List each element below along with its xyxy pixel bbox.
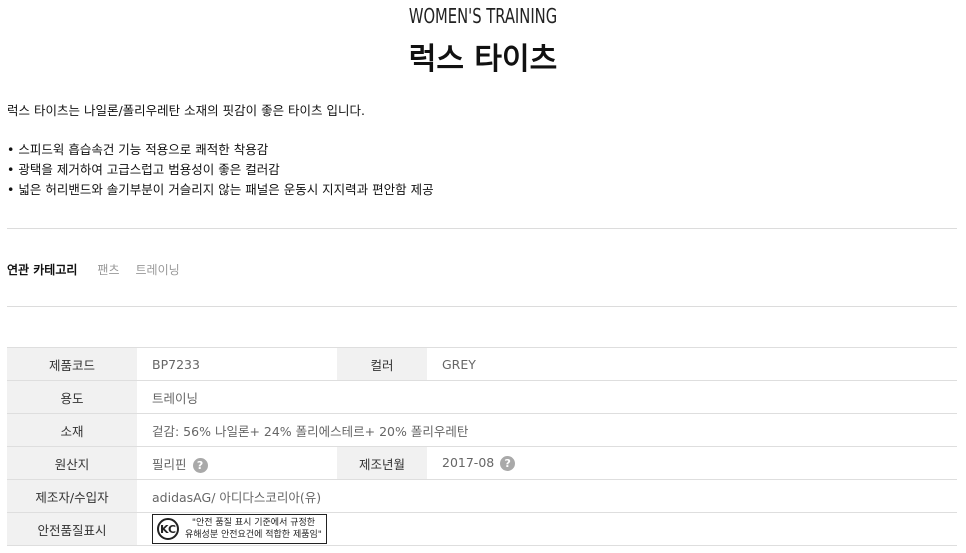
table-row: 제조자/수입자 adidasAG/ 아디다스코리아(유) (7, 479, 957, 513)
spec-label-color: 컬러 (337, 347, 427, 381)
category-link-training[interactable]: 트레이닝 (136, 261, 180, 278)
related-categories-label: 연관 카테고리 (7, 263, 78, 277)
spec-value-color: GREY (427, 347, 957, 381)
spec-value-date-cell: 2017-08? (427, 446, 957, 480)
table-row: 용도 트레이닝 (7, 380, 957, 414)
category-link-pants[interactable]: 팬츠 (97, 261, 119, 278)
kc-text: "안전 품질 표시 기준에서 규정한 유해성분 안전요건에 적합한 제품임" (185, 517, 322, 541)
divider (7, 228, 957, 229)
spec-label-use: 용도 (7, 380, 137, 414)
help-icon[interactable]: ? (500, 456, 516, 471)
divider (7, 306, 957, 307)
spec-label-maker: 제조자/수입자 (7, 479, 137, 513)
spec-table: 제품코드 BP7233 컬러 GREY 용도 트레이닝 소재 겉감: 56% 나… (7, 347, 957, 546)
kc-certification-mark: KC "안전 품질 표시 기준에서 규정한 유해성분 안전요건에 적합한 제품임… (152, 514, 327, 544)
spec-value-origin: 필리핀 (152, 456, 187, 472)
feature-item: 광택을 제거하여 고급스럽고 범용성이 좋은 컬러감 (7, 160, 434, 180)
feature-item: 넓은 허리밴드와 솔기부분이 거슬리지 않는 패널은 운동시 지지력과 편안함 … (7, 180, 433, 200)
help-icon[interactable]: ? (192, 457, 208, 473)
feature-list: 스피드윅 흡습속건 기능 적용으로 쾌적한 착용감 광택을 제거하여 고급스럽고… (7, 140, 434, 200)
spec-value-safety: KC "안전 품질 표시 기준에서 규정한 유해성분 안전요건에 적합한 제품임… (137, 512, 957, 546)
spec-value-use: 트레이닝 (137, 380, 957, 414)
category-subtitle: WOMEN'S TRAINING (408, 4, 558, 28)
product-title: 럭스 타이츠 (408, 42, 558, 77)
kc-text-line: 유해성분 안전요건에 적합한 제품임" (185, 530, 322, 540)
related-categories: 연관 카테고리 팬츠 트레이닝 (7, 261, 196, 278)
spec-value-date: 2017-08 (442, 455, 495, 470)
table-row: 제품코드 BP7233 컬러 GREY (7, 347, 957, 381)
spec-value-material: 겉감: 56% 나일론+ 24% 폴리에스테르+ 20% 폴리우레탄 (137, 413, 957, 447)
spec-label-origin: 원산지 (7, 446, 137, 480)
spec-value-maker: adidasAG/ 아디다스코리아(유) (137, 479, 957, 513)
spec-label-date: 제조년월 (337, 446, 427, 480)
kc-logo-icon: KC (157, 518, 179, 540)
table-row: 안전품질표시 KC "안전 품질 표시 기준에서 규정한 유해성분 안전요건에 … (7, 512, 957, 546)
spec-value-code: BP7233 (137, 347, 337, 381)
table-row: 소재 겉감: 56% 나일론+ 24% 폴리에스테르+ 20% 폴리우레탄 (7, 413, 957, 447)
kc-text-line: "안전 품질 표시 기준에서 규정한 (191, 518, 316, 528)
spec-value-origin-cell: 필리핀? (137, 446, 337, 480)
spec-label-material: 소재 (7, 413, 137, 447)
product-intro: 럭스 타이츠는 나일론/폴리우레탄 소재의 핏감이 좋은 타이츠 입니다. (7, 103, 365, 118)
spec-label-code: 제품코드 (7, 347, 137, 381)
spec-label-safety: 안전품질표시 (7, 512, 137, 546)
feature-item: 스피드윅 흡습속건 기능 적용으로 쾌적한 착용감 (7, 140, 434, 160)
table-row: 원산지 필리핀? 제조년월 2017-08? (7, 446, 957, 480)
